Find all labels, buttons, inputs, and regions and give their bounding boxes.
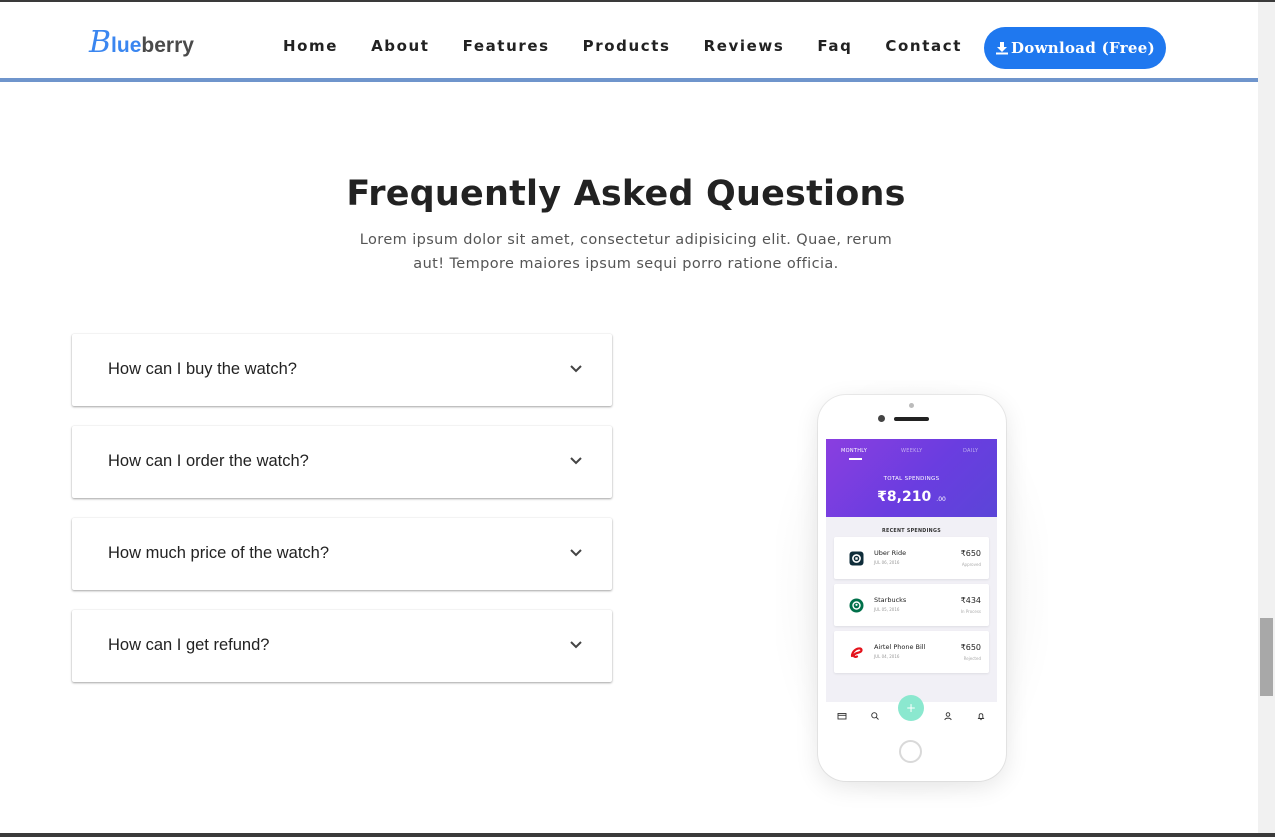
phone-mockup: MONTHLY WEEKLY DAILY TOTAL SPENDINGS ₹8,… (818, 395, 1006, 781)
tab-monthly: MONTHLY (841, 448, 868, 454)
phone-speaker (894, 417, 929, 421)
nav-link-reviews[interactable]: Reviews (704, 36, 785, 56)
transaction-status: In Process (960, 609, 981, 614)
transaction-amount: ₹650 (960, 549, 981, 558)
search-icon (871, 712, 879, 720)
logo-wordmark: lueberry (111, 34, 194, 57)
spending-header: MONTHLY WEEKLY DAILY TOTAL SPENDINGS ₹8,… (826, 439, 997, 517)
transaction-name: Airtel Phone Bill (874, 643, 926, 651)
phone-home-button (899, 740, 922, 763)
phone-camera (878, 415, 885, 422)
download-icon (995, 42, 1008, 55)
chevron-down-icon (570, 365, 582, 373)
nav-link-contact[interactable]: Contact (885, 36, 962, 56)
add-button: + (898, 695, 924, 721)
transaction-date: JUL 04, 2016 (874, 654, 900, 659)
chevron-down-icon (570, 457, 582, 465)
user-icon (944, 712, 952, 721)
tab-weekly: WEEKLY (901, 448, 923, 454)
transaction-date: JUL 05, 2016 (874, 607, 900, 612)
navbar: B lueberry Home About Features Products … (0, 2, 1258, 78)
nav-link-about[interactable]: About (371, 36, 430, 56)
download-button-label: Download (Free) (1010, 39, 1156, 57)
recent-spendings-label: RECENT SPENDINGS (882, 529, 941, 534)
phone-sensor (909, 403, 914, 408)
faq-subtitle: Lorem ipsum dolor sit amet, consectetur … (359, 232, 893, 272)
starbucks-icon (849, 598, 864, 613)
faq-item[interactable]: How much price of the watch? (72, 518, 612, 590)
nav-menu: Home About Features Products Reviews Faq… (283, 36, 995, 56)
phone-screen: MONTHLY WEEKLY DAILY TOTAL SPENDINGS ₹8,… (826, 439, 997, 729)
window-bottom-border (0, 833, 1275, 837)
faq-title: Frequently Asked Questions (346, 174, 906, 214)
logo-letter: B (89, 25, 112, 60)
transaction-amount: ₹650 (960, 643, 981, 652)
total-spendings-amount: ₹8,210 .00 (877, 489, 946, 505)
faq-question: How can I buy the watch? (108, 360, 297, 378)
chevron-down-icon (570, 549, 582, 557)
transaction-card: Starbucks JUL 05, 2016 ₹434 In Process (834, 584, 989, 626)
tab-daily: DAILY (963, 448, 979, 454)
transaction-name: Uber Ride (874, 549, 907, 557)
transaction-amount: ₹434 (960, 596, 981, 605)
transaction-status: Rejected (963, 656, 981, 661)
faq-item[interactable]: How can I order the watch? (72, 426, 612, 498)
chevron-down-icon (570, 641, 582, 649)
faq-item[interactable]: How can I get refund? (72, 610, 612, 682)
nav-link-products[interactable]: Products (583, 36, 671, 56)
uber-icon (849, 551, 864, 566)
nav-link-features[interactable]: Features (463, 36, 550, 56)
download-button[interactable]: Download (Free) (984, 27, 1166, 69)
scrollbar[interactable] (1258, 2, 1275, 833)
faq-question: How much price of the watch? (108, 544, 330, 562)
faq-question: How can I get refund? (108, 636, 270, 654)
transaction-card: Uber Ride JUL 06, 2016 ₹650 Approved (834, 537, 989, 579)
bell-icon (977, 713, 985, 721)
transaction-status: Approved (961, 562, 981, 567)
nav-link-home[interactable]: Home (283, 36, 338, 56)
airtel-icon (850, 647, 863, 658)
card-icon (837, 713, 847, 720)
transaction-card: Airtel Phone Bill JUL 04, 2016 ₹650 Reje… (834, 631, 989, 673)
scrollbar-thumb[interactable] (1260, 618, 1273, 696)
brand-logo[interactable]: B lueberry (89, 22, 194, 58)
tab-indicator (849, 458, 862, 460)
total-spendings-label: TOTAL SPENDINGS (883, 476, 940, 482)
transaction-name: Starbucks (874, 596, 907, 604)
nav-link-faq[interactable]: Faq (817, 36, 852, 56)
transaction-date: JUL 06, 2016 (874, 560, 900, 565)
faq-question: How can I order the watch? (108, 452, 309, 470)
navbar-divider (0, 78, 1258, 82)
faq-item[interactable]: How can I buy the watch? (72, 334, 612, 406)
